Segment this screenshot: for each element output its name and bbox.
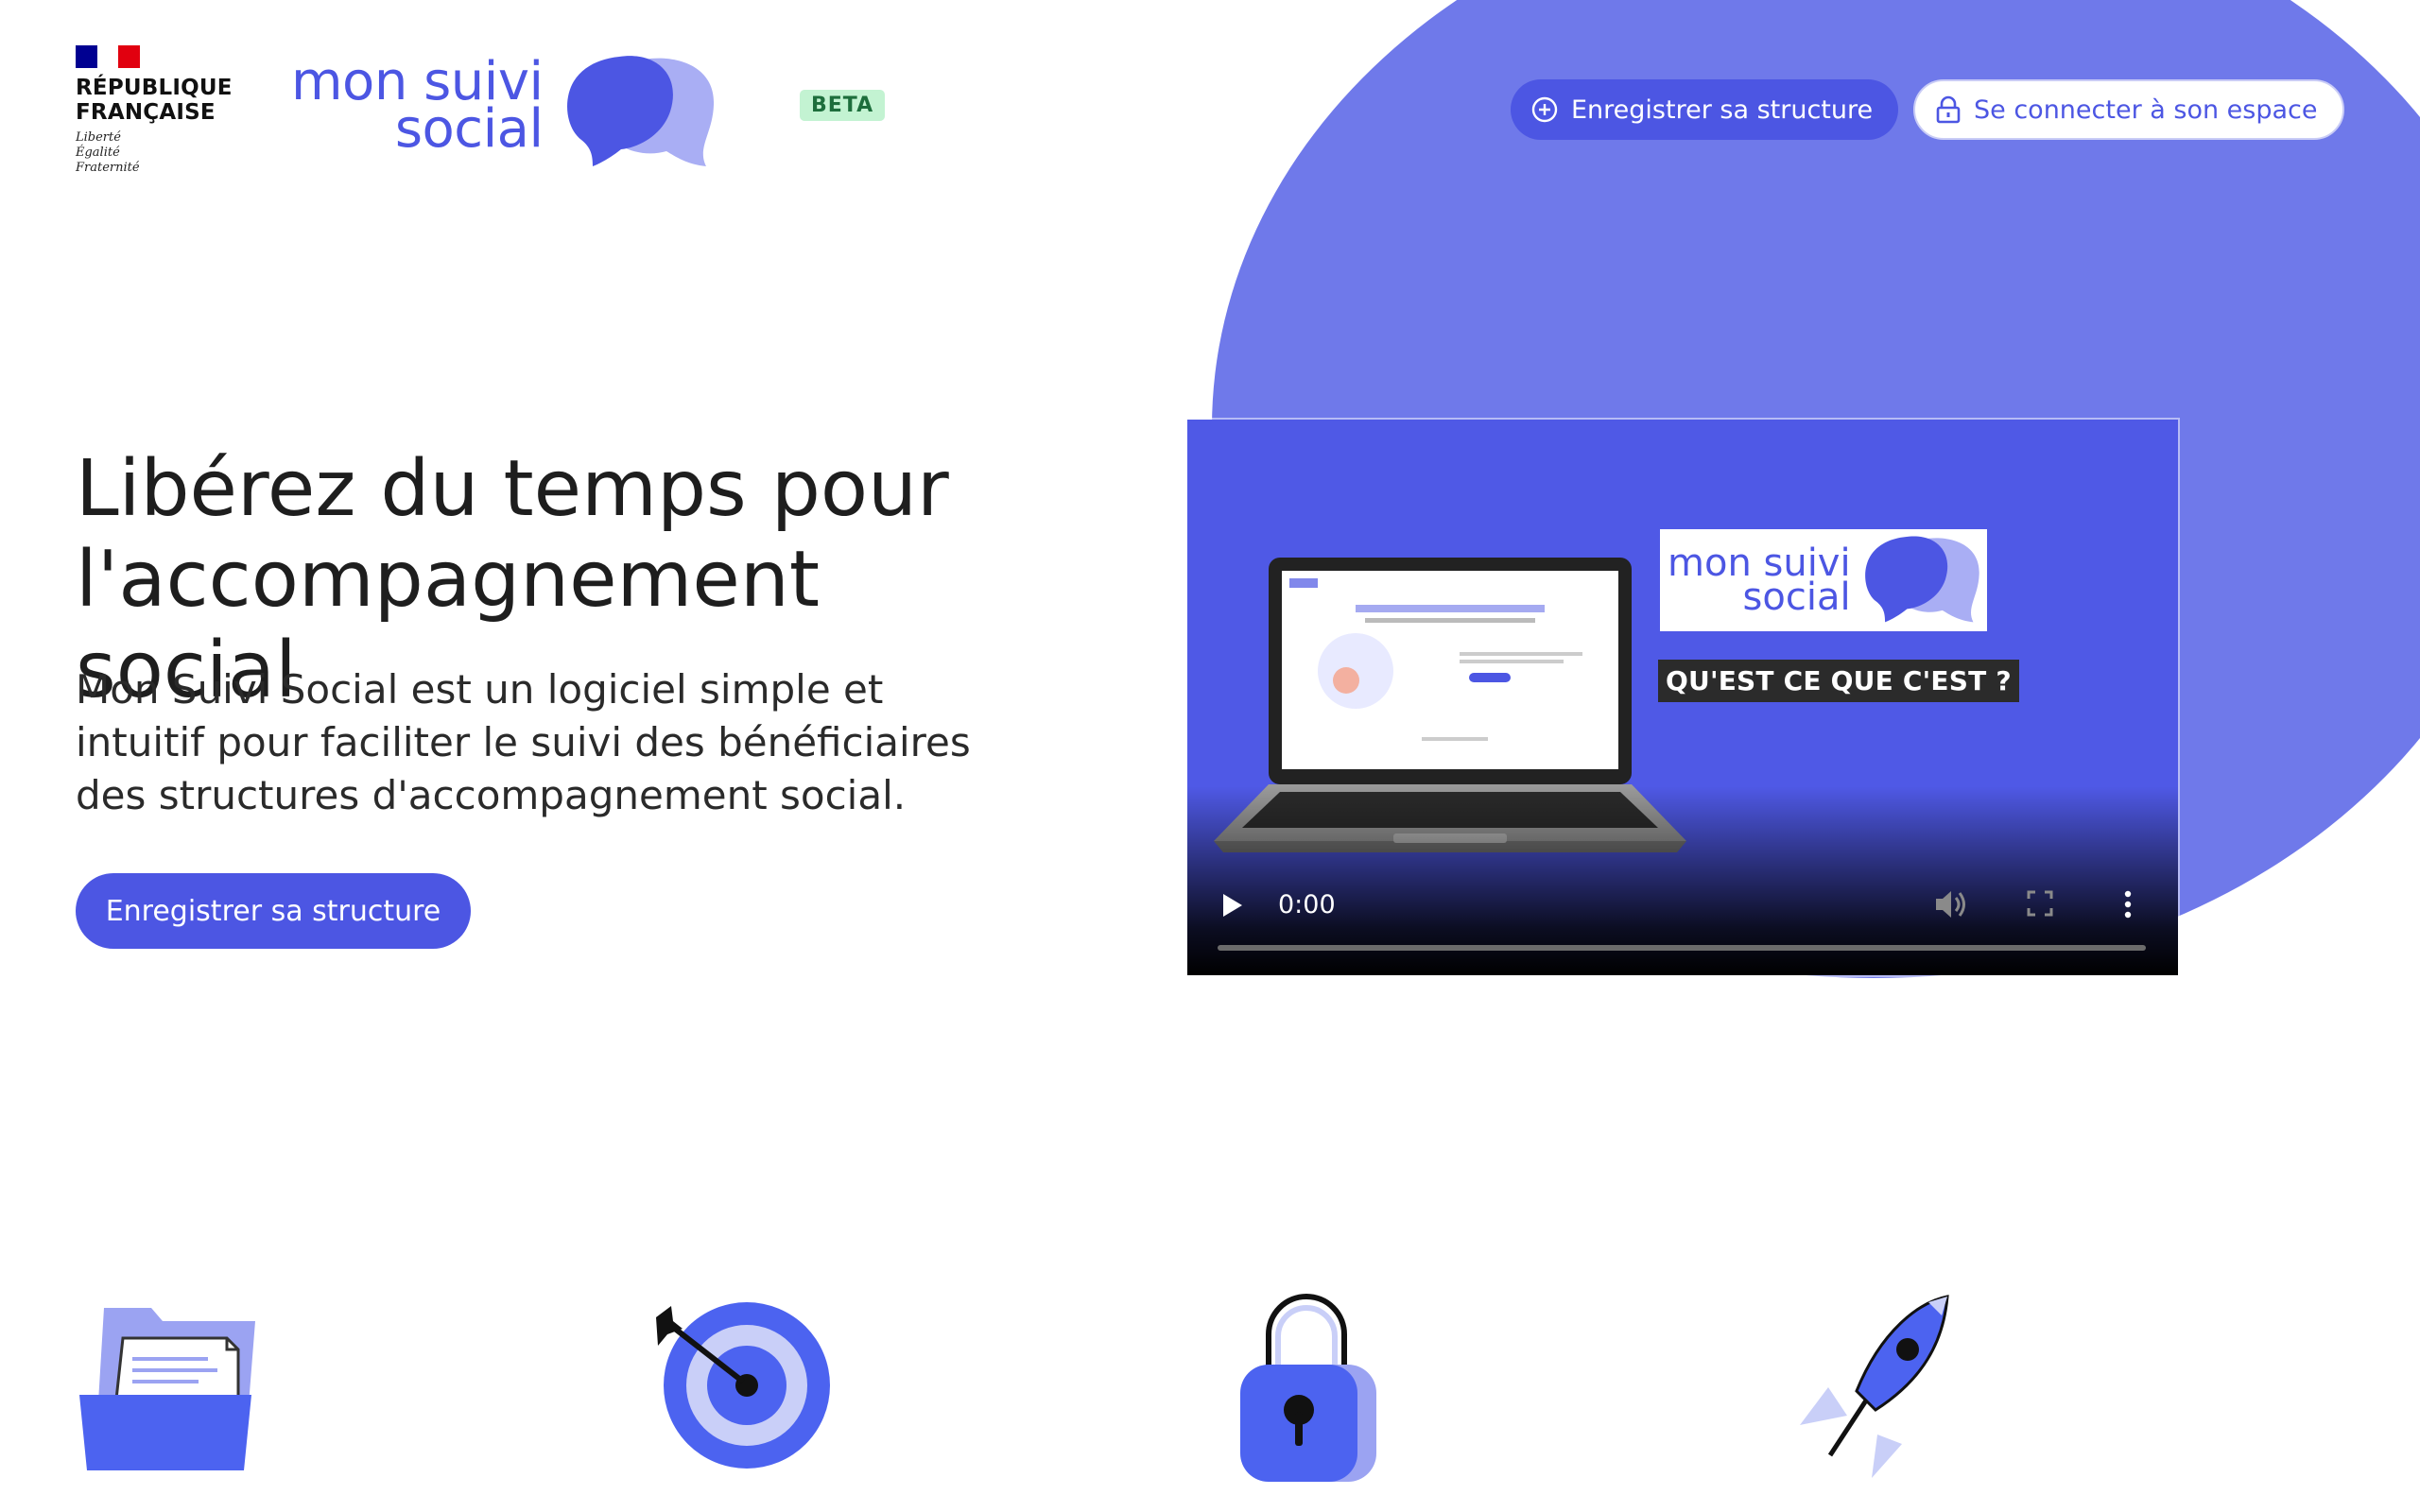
brand-logo[interactable]: mon suivi social [291,51,716,172]
register-structure-button[interactable]: Enregistrer sa structure [1511,79,1898,140]
plus-circle-icon [1531,96,1558,123]
french-flag-icon [76,45,141,68]
fullscreen-icon[interactable] [2027,890,2053,917]
video-player[interactable]: mon suivi social QU'EST CE QUE C'EST ? 0… [1187,420,2178,975]
beta-badge: BETA [800,90,886,121]
hero-register-button[interactable]: Enregistrer sa structure [76,873,471,949]
video-progress-bar[interactable] [1218,945,2146,951]
video-caption: QU'EST CE QUE C'EST ? [1658,660,2019,702]
login-label: Se connecter à son espace [1974,94,2318,125]
more-options-icon[interactable] [2123,890,2133,919]
padlock-icon [1240,1294,1376,1482]
video-controls: 0:00 [1187,852,2178,975]
gov-name: RÉPUBLIQUE FRANÇAISE [76,76,233,125]
target-icon [656,1302,830,1469]
gov-motto: Liberté Égalité Fraternité [76,130,140,175]
login-button[interactable]: Se connecter à son espace [1913,79,2344,140]
speech-bubble-icon [1864,536,1979,623]
video-brand-name: mon suivi social [1668,541,1851,619]
volume-icon[interactable] [1934,888,1968,920]
republique-francaise-logo[interactable]: RÉPUBLIQUE FRANÇAISE Liberté Égalité Fra… [76,45,233,176]
rocket-icon [1800,1295,1949,1478]
brand-name: mon suivi social [291,51,544,160]
hero-description: Mon Suivi Social est un logiciel simple … [76,666,971,818]
hero-register-label: Enregistrer sa structure [105,894,441,928]
register-structure-label: Enregistrer sa structure [1571,94,1874,125]
play-icon[interactable] [1221,892,1244,919]
video-time: 0:00 [1278,890,1336,919]
speech-bubble-icon [566,56,714,166]
lock-icon [1936,95,1961,124]
video-brand-card: mon suivi social [1660,529,1987,631]
folder-icon [79,1308,255,1470]
